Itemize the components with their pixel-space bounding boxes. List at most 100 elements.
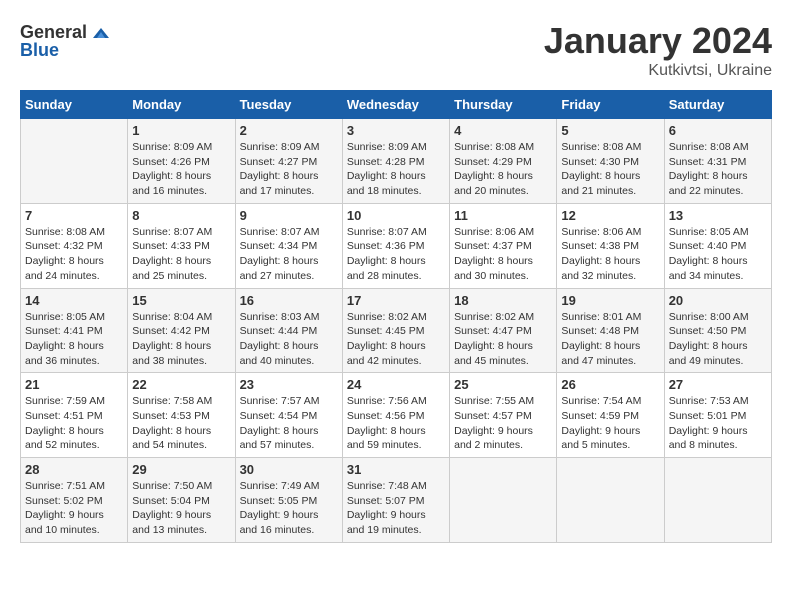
day-info-line: and 32 minutes. [561,270,636,282]
day-info-line: Sunset: 4:32 PM [25,240,103,252]
calendar-cell: 27Sunrise: 7:53 AMSunset: 5:01 PMDayligh… [664,373,771,458]
logo-blue-text: Blue [20,40,59,61]
day-number: 22 [132,377,230,392]
calendar-cell: 3Sunrise: 8:09 AMSunset: 4:28 PMDaylight… [342,119,449,204]
day-info-line: Sunrise: 8:08 AM [561,141,641,153]
day-info: Sunrise: 8:07 AMSunset: 4:34 PMDaylight:… [240,225,338,284]
day-info-line: Sunset: 4:26 PM [132,156,210,168]
day-number: 16 [240,293,338,308]
day-info-line: and 2 minutes. [454,439,523,451]
calendar-cell: 19 Sunrise: 8:01 AMSunset: 4:48 PMDayligh… [557,288,664,373]
day-info: Sunrise: 8:07 AMSunset: 4:33 PMDaylight:… [132,225,230,284]
calendar-cell: 23Sunrise: 7:57 AMSunset: 4:54 PMDayligh… [235,373,342,458]
day-info-line: Sunrise: 7:51 AM [25,480,105,492]
day-info-line: Daylight: 9 hours [454,425,533,437]
day-info-line: Sunrise: 8:00 AM [669,311,749,323]
day-info-line: Daylight: 8 hours [454,340,533,352]
day-info: Sunrise: 7:49 AMSunset: 5:05 PMDaylight:… [240,479,338,538]
day-info-line: and 59 minutes. [347,439,422,451]
day-info: Sunrise: 8:06 AMSunset: 4:37 PMDaylight:… [454,225,552,284]
day-info-line: Sunset: 4:29 PM [454,156,532,168]
day-info-line: Sunset: 4:30 PM [561,156,639,168]
day-info-line: Sunrise: 8:01 AM [561,311,641,323]
day-info-line: and 42 minutes. [347,355,422,367]
day-info-line: and 20 minutes. [454,185,529,197]
calendar-cell: 6Sunrise: 8:08 AMSunset: 4:31 PMDaylight… [664,119,771,204]
day-info-line: and 22 minutes. [669,185,744,197]
logo-icon [89,20,113,44]
day-info-line: Sunset: 4:57 PM [454,410,532,422]
weekday-header-thursday: Thursday [450,91,557,119]
calendar-cell: 2Sunrise: 8:09 AMSunset: 4:27 PMDaylight… [235,119,342,204]
day-info-line: Daylight: 8 hours [132,425,211,437]
calendar-cell: 16 Sunrise: 8:03 AM Sunset: 4:44 PM Dayligh… [235,288,342,373]
day-info-line: Sunset: 4:41 PM [25,325,103,337]
day-info-line: and 49 minutes. [669,355,744,367]
day-info-line: Sunrise: 7:57 AM [240,395,320,407]
day-info-line: Daylight: 8 hours [561,170,640,182]
day-info: Sunrise: 8:07 AMSunset: 4:36 PMDaylight:… [347,225,445,284]
day-number: 15 [132,293,230,308]
day-info-line: Daylight: 9 hours [25,509,104,521]
calendar-cell [557,458,664,543]
day-info-line: Sunrise: 8:08 AM [25,226,105,238]
day-info-line: Sunset: 4:54 PM [240,410,318,422]
weekday-header-tuesday: Tuesday [235,91,342,119]
calendar-cell: 5Sunrise: 8:08 AMSunset: 4:30 PMDaylight… [557,119,664,204]
day-info-line: Daylight: 8 hours [454,255,533,267]
title-section: January 2024 Kutkivtsi, Ukraine [544,20,772,80]
day-info-line: Sunrise: 7:53 AM [669,395,749,407]
day-info: Sunrise: 8:05 AMSunset: 4:41 PMDaylight:… [25,310,123,369]
day-info-line: Sunset: 4:44 PM [240,325,318,337]
day-info: Sunrise: 7:55 AMSunset: 4:57 PMDaylight:… [454,394,552,453]
day-info-line: Daylight: 9 hours [561,425,640,437]
day-number: 9 [240,208,338,223]
day-info-line: and 34 minutes. [669,270,744,282]
calendar-cell: 29 Sunrise: 7:50 AMSunset: 5:04 PMDayligh… [128,458,235,543]
day-info-line: Daylight: 8 hours [669,255,748,267]
day-info: Sunrise: 7:50 AMSunset: 5:04 PMDaylight:… [132,479,230,538]
day-info: Sunrise: 7:53 AMSunset: 5:01 PMDaylight:… [669,394,767,453]
day-number: 1 [132,123,230,138]
day-info-line: and 8 minutes. [669,439,738,451]
day-info: Sunrise: 8:04 AMSunset: 4:42 PMDaylight:… [132,310,230,369]
day-info-line: and 18 minutes. [347,185,422,197]
day-number: 21 [25,377,123,392]
calendar-cell: 20Sunrise: 8:00 AMSunset: 4:50 PMDayligh… [664,288,771,373]
day-info-line: Sunset: 5:05 PM [240,495,318,507]
day-number: 19 [561,293,659,308]
day-info: Sunrise: 8:09 AMSunset: 4:28 PMDaylight:… [347,140,445,199]
day-info: Sunrise: 8:02 AMSunset: 4:45 PMDaylight:… [347,310,445,369]
day-info-line: Sunset: 4:45 PM [347,325,425,337]
calendar-cell: 28Sunrise: 7:51 AMSunset: 5:02 PMDayligh… [21,458,128,543]
day-info: Sunrise: 8:01 AMSunset: 4:48 PMDaylight:… [561,310,659,369]
day-info-line: Sunrise: 8:09 AM [240,141,320,153]
day-info-line: and 10 minutes. [25,524,100,536]
day-info-line: and 57 minutes. [240,439,315,451]
calendar: SundayMondayTuesdayWednesdayThursdayFrid… [20,90,772,543]
day-info-line: Sunrise: 8:05 AM [669,226,749,238]
day-info-line: Sunset: 4:33 PM [132,240,210,252]
day-info-line: and 54 minutes. [132,439,207,451]
day-number: 18 [454,293,552,308]
month-title: January 2024 [544,20,772,62]
calendar-cell: 25Sunrise: 7:55 AMSunset: 4:57 PMDayligh… [450,373,557,458]
location-title: Kutkivtsi, Ukraine [544,62,772,80]
calendar-cell: 14Sunrise: 8:05 AMSunset: 4:41 PMDayligh… [21,288,128,373]
calendar-cell [21,119,128,204]
day-number: 30 [240,462,338,477]
day-info-line: Sunset: 4:40 PM [669,240,747,252]
day-info: Sunrise: 7:48 AMSunset: 5:07 PMDaylight:… [347,479,445,538]
day-number: 2 [240,123,338,138]
day-info-line: Sunrise: 8:03 AM [240,311,320,323]
day-number: 29 [132,462,230,477]
weekday-header-friday: Friday [557,91,664,119]
day-info-line: Sunset: 4:53 PM [132,410,210,422]
day-info-line: Daylight: 9 hours [132,509,211,521]
day-info-line: Sunrise: 7:50 AM [132,480,212,492]
calendar-cell: 30 Sunrise: 7:49 AMSunset: 5:05 PMDayligh… [235,458,342,543]
day-number: 11 [454,208,552,223]
day-info-line: and 28 minutes. [347,270,422,282]
day-info-line: Daylight: 8 hours [240,340,319,352]
calendar-cell: 4Sunrise: 8:08 AMSunset: 4:29 PMDaylight… [450,119,557,204]
